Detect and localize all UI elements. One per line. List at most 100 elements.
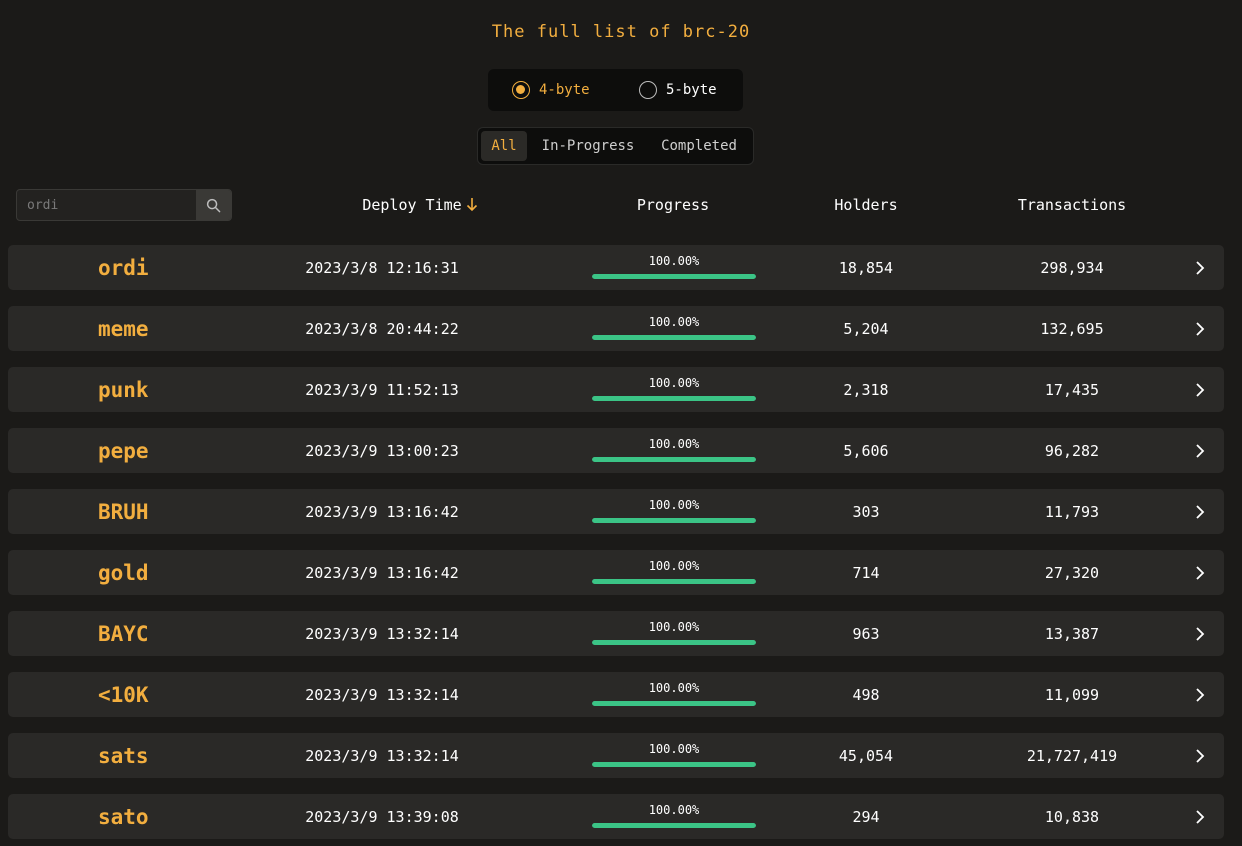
progress-fill bbox=[592, 762, 756, 767]
progress-percent: 100.00% bbox=[648, 742, 700, 756]
progress-fill bbox=[592, 823, 756, 828]
holders-count: 963 bbox=[852, 624, 880, 643]
tab-completed[interactable]: Completed bbox=[649, 131, 749, 161]
chevron-right-icon[interactable] bbox=[1192, 245, 1208, 290]
table-row[interactable]: ordi 2023/3/8 12:16:31 100.00% 18,854 29… bbox=[8, 245, 1224, 290]
transactions-count: 11,099 bbox=[1044, 685, 1100, 704]
progress-fill bbox=[592, 579, 756, 584]
holders-count: 18,854 bbox=[838, 258, 894, 277]
token-ticker[interactable]: BRUH bbox=[98, 489, 149, 534]
chevron-right-icon[interactable] bbox=[1192, 672, 1208, 717]
deploy-time: 2023/3/9 13:39:08 bbox=[305, 807, 459, 826]
chevron-right-icon[interactable] bbox=[1192, 428, 1208, 473]
holders-count: 5,204 bbox=[843, 319, 889, 338]
transactions-count: 132,695 bbox=[1040, 319, 1104, 338]
table-row[interactable]: BRUH 2023/3/9 13:16:42 100.00% 303 11,79… bbox=[8, 489, 1224, 534]
chevron-right-icon[interactable] bbox=[1192, 550, 1208, 595]
chevron-right-icon[interactable] bbox=[1192, 733, 1208, 778]
search-box bbox=[16, 189, 232, 221]
tab-in-progress[interactable]: In-Progress bbox=[527, 131, 649, 161]
progress-bar bbox=[592, 640, 756, 645]
table-row[interactable]: <10K 2023/3/9 13:32:14 100.00% 498 11,09… bbox=[8, 672, 1224, 717]
progress-fill bbox=[592, 518, 756, 523]
chevron-right-icon[interactable] bbox=[1192, 611, 1208, 656]
transactions-count: 13,387 bbox=[1044, 624, 1100, 643]
table-row[interactable]: sato 2023/3/9 13:39:08 100.00% 294 10,83… bbox=[8, 794, 1224, 839]
progress-cell: 100.00% bbox=[592, 428, 756, 473]
deploy-time: 2023/3/8 12:16:31 bbox=[305, 258, 459, 277]
search-button[interactable] bbox=[196, 190, 231, 220]
table-row[interactable]: BAYC 2023/3/9 13:32:14 100.00% 963 13,38… bbox=[8, 611, 1224, 656]
table-row[interactable]: meme 2023/3/8 20:44:22 100.00% 5,204 132… bbox=[8, 306, 1224, 351]
token-list: ordi 2023/3/8 12:16:31 100.00% 18,854 29… bbox=[8, 245, 1224, 846]
chevron-right-icon[interactable] bbox=[1192, 489, 1208, 534]
progress-bar bbox=[592, 579, 756, 584]
progress-bar bbox=[592, 457, 756, 462]
radio-5-byte[interactable]: 5-byte bbox=[639, 81, 717, 99]
deploy-time: 2023/3/9 13:16:42 bbox=[305, 563, 459, 582]
header-transactions: Transactions bbox=[1017, 196, 1127, 214]
progress-percent: 100.00% bbox=[648, 559, 700, 573]
header-holders: Holders bbox=[834, 196, 898, 214]
holders-count: 5,606 bbox=[843, 441, 889, 460]
progress-percent: 100.00% bbox=[648, 254, 700, 268]
transactions-count: 298,934 bbox=[1040, 258, 1104, 277]
transactions-count: 96,282 bbox=[1044, 441, 1100, 460]
progress-fill bbox=[592, 701, 756, 706]
page: The full list of brc-20 4-byte 5-byte Al… bbox=[0, 0, 1242, 846]
table-row[interactable]: gold 2023/3/9 13:16:42 100.00% 714 27,32… bbox=[8, 550, 1224, 595]
progress-percent: 100.00% bbox=[648, 498, 700, 512]
radio-4-byte[interactable]: 4-byte bbox=[512, 81, 590, 99]
radio-checked-icon bbox=[512, 81, 530, 99]
header-deploy-time[interactable]: Deploy Time bbox=[300, 196, 540, 214]
deploy-time: 2023/3/9 13:16:42 bbox=[305, 502, 459, 521]
token-ticker[interactable]: ordi bbox=[98, 245, 149, 290]
transactions-count: 17,435 bbox=[1044, 380, 1100, 399]
progress-cell: 100.00% bbox=[592, 367, 756, 412]
radio-4-byte-label: 4-byte bbox=[539, 82, 590, 98]
table-row[interactable]: pepe 2023/3/9 13:00:23 100.00% 5,606 96,… bbox=[8, 428, 1224, 473]
search-input[interactable] bbox=[17, 190, 196, 220]
table-row[interactable]: sats 2023/3/9 13:32:14 100.00% 45,054 21… bbox=[8, 733, 1224, 778]
deploy-time: 2023/3/9 13:00:23 bbox=[305, 441, 459, 460]
token-ticker[interactable]: sats bbox=[98, 733, 149, 778]
progress-bar bbox=[592, 396, 756, 401]
progress-cell: 100.00% bbox=[592, 611, 756, 656]
table-row[interactable]: punk 2023/3/9 11:52:13 100.00% 2,318 17,… bbox=[8, 367, 1224, 412]
progress-bar bbox=[592, 762, 756, 767]
token-ticker[interactable]: pepe bbox=[98, 428, 149, 473]
holders-count: 294 bbox=[852, 807, 880, 826]
transactions-count: 27,320 bbox=[1044, 563, 1100, 582]
holders-count: 303 bbox=[852, 502, 880, 521]
arrow-down-icon bbox=[466, 198, 477, 212]
chevron-right-icon[interactable] bbox=[1192, 306, 1208, 351]
token-ticker[interactable]: punk bbox=[98, 367, 149, 412]
search-icon bbox=[206, 198, 221, 212]
progress-cell: 100.00% bbox=[592, 245, 756, 290]
token-ticker[interactable]: BAYC bbox=[98, 611, 149, 656]
deploy-time: 2023/3/9 13:32:14 bbox=[305, 746, 459, 765]
token-ticker[interactable]: sato bbox=[98, 794, 149, 839]
tab-all[interactable]: All bbox=[481, 131, 527, 161]
progress-cell: 100.00% bbox=[592, 489, 756, 534]
token-ticker[interactable]: <10K bbox=[98, 672, 149, 717]
progress-percent: 100.00% bbox=[648, 437, 700, 451]
token-ticker[interactable]: meme bbox=[98, 306, 149, 351]
chevron-right-icon[interactable] bbox=[1192, 794, 1208, 839]
byte-toggle: 4-byte 5-byte bbox=[488, 69, 743, 111]
progress-bar bbox=[592, 701, 756, 706]
deploy-time: 2023/3/8 20:44:22 bbox=[305, 319, 459, 338]
progress-fill bbox=[592, 335, 756, 340]
transactions-count: 11,793 bbox=[1044, 502, 1100, 521]
progress-bar bbox=[592, 335, 756, 340]
header-progress: Progress bbox=[636, 196, 710, 214]
holders-count: 45,054 bbox=[838, 746, 894, 765]
radio-5-byte-label: 5-byte bbox=[666, 82, 717, 98]
status-tabs: All In-Progress Completed bbox=[477, 127, 754, 165]
holders-count: 498 bbox=[852, 685, 880, 704]
chevron-right-icon[interactable] bbox=[1192, 367, 1208, 412]
progress-cell: 100.00% bbox=[592, 306, 756, 351]
transactions-count: 10,838 bbox=[1044, 807, 1100, 826]
token-ticker[interactable]: gold bbox=[98, 550, 149, 595]
transactions-count: 21,727,419 bbox=[1026, 746, 1118, 765]
